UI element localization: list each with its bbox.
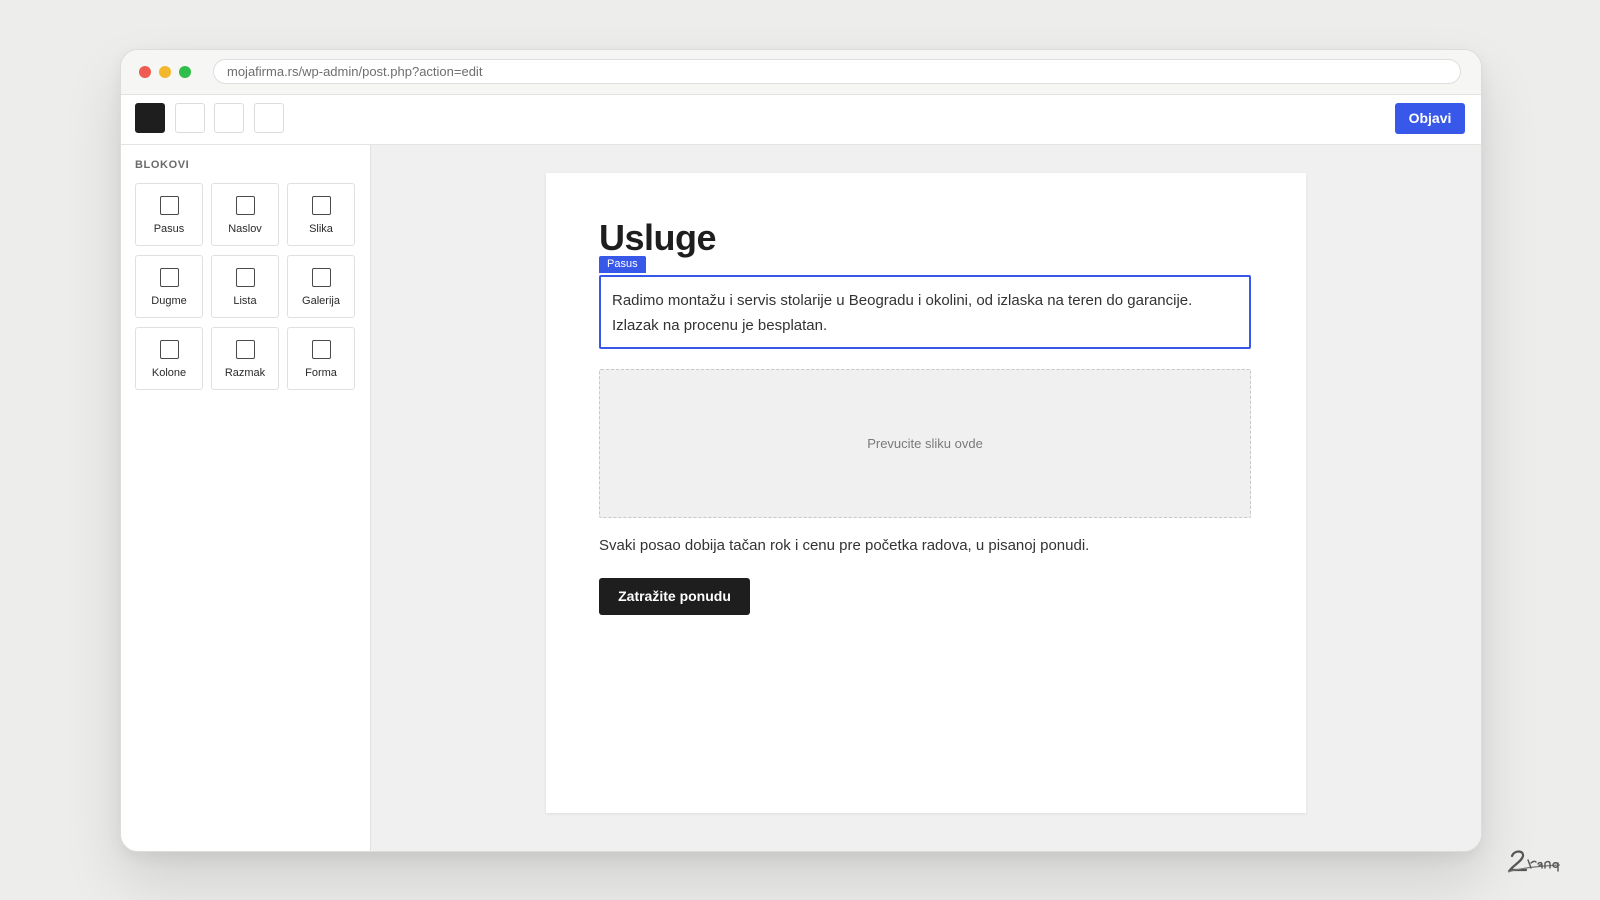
editor-page: Usluge Pasus Radimo montažu i servis sto… xyxy=(546,173,1306,813)
browser-titlebar: mojafirma.rs/wp-admin/post.php?action=ed… xyxy=(121,50,1481,95)
image-drop-zone[interactable]: Prevucite sliku ovde xyxy=(599,369,1251,518)
browser-window: mojafirma.rs/wp-admin/post.php?action=ed… xyxy=(120,49,1482,852)
redo-icon[interactable] xyxy=(214,103,244,133)
undo-icon[interactable] xyxy=(175,103,205,133)
block-tile-label: Dugme xyxy=(151,295,187,307)
list-block-icon xyxy=(236,268,255,287)
block-tile-label: Naslov xyxy=(228,223,262,235)
block-tile-label: Forma xyxy=(305,367,337,379)
watermark-logo-icon xyxy=(1507,850,1561,873)
block-tile-label: Slika xyxy=(309,223,333,235)
minimize-window-button[interactable] xyxy=(159,66,171,78)
block-sidebar: BLOKOVI Pasus Naslov Slika Dugme Lista G… xyxy=(121,145,371,851)
block-tile-label: Pasus xyxy=(153,223,185,235)
close-window-button[interactable] xyxy=(139,66,151,78)
editor-toolbar: Objavi xyxy=(121,95,1481,145)
cta-button-block[interactable]: Zatražite ponudu xyxy=(599,578,750,615)
paragraph-block-icon xyxy=(160,196,179,215)
block-tile-naslov[interactable]: Naslov xyxy=(211,183,279,246)
block-tile-forma[interactable]: Forma xyxy=(287,327,355,390)
block-tile-razmak[interactable]: Razmak xyxy=(211,327,279,390)
block-tile-lista[interactable]: Lista xyxy=(211,255,279,318)
block-tile-label: Galerija xyxy=(302,295,340,307)
block-tile-pasus[interactable]: Pasus xyxy=(135,183,203,246)
block-tile-galerija[interactable]: Galerija xyxy=(287,255,355,318)
form-block-icon xyxy=(312,340,331,359)
block-tile-label: Razmak xyxy=(224,367,266,379)
address-bar[interactable]: mojafirma.rs/wp-admin/post.php?action=ed… xyxy=(213,59,1461,84)
publish-button[interactable]: Objavi xyxy=(1395,103,1465,134)
block-inserter-icon[interactable] xyxy=(135,103,165,133)
image-block-icon xyxy=(312,196,331,215)
columns-block-icon xyxy=(160,340,179,359)
editor-canvas: Usluge Pasus Radimo montažu i servis sto… xyxy=(371,145,1481,851)
button-block-icon xyxy=(160,268,179,287)
maximize-window-button[interactable] xyxy=(179,66,191,78)
sidebar-title: BLOKOVI xyxy=(135,159,190,171)
block-tile-dugme[interactable]: Dugme xyxy=(135,255,203,318)
block-tile-slika[interactable]: Slika xyxy=(287,183,355,246)
selected-block-label: Pasus xyxy=(599,256,646,273)
paragraph-block[interactable]: Svaki posao dobija tačan rok i cenu pre … xyxy=(599,534,1259,558)
gallery-block-icon xyxy=(312,268,331,287)
block-tile-label: Kolone xyxy=(151,367,187,379)
block-tile-kolone[interactable]: Kolone xyxy=(135,327,203,390)
post-title[interactable]: Usluge xyxy=(599,217,717,259)
heading-block-icon xyxy=(236,196,255,215)
spacer-block-icon xyxy=(236,340,255,359)
selected-paragraph-block[interactable]: Radimo montažu i servis stolarije u Beog… xyxy=(599,275,1251,349)
list-view-icon[interactable] xyxy=(254,103,284,133)
block-tile-label: Lista xyxy=(233,295,257,307)
